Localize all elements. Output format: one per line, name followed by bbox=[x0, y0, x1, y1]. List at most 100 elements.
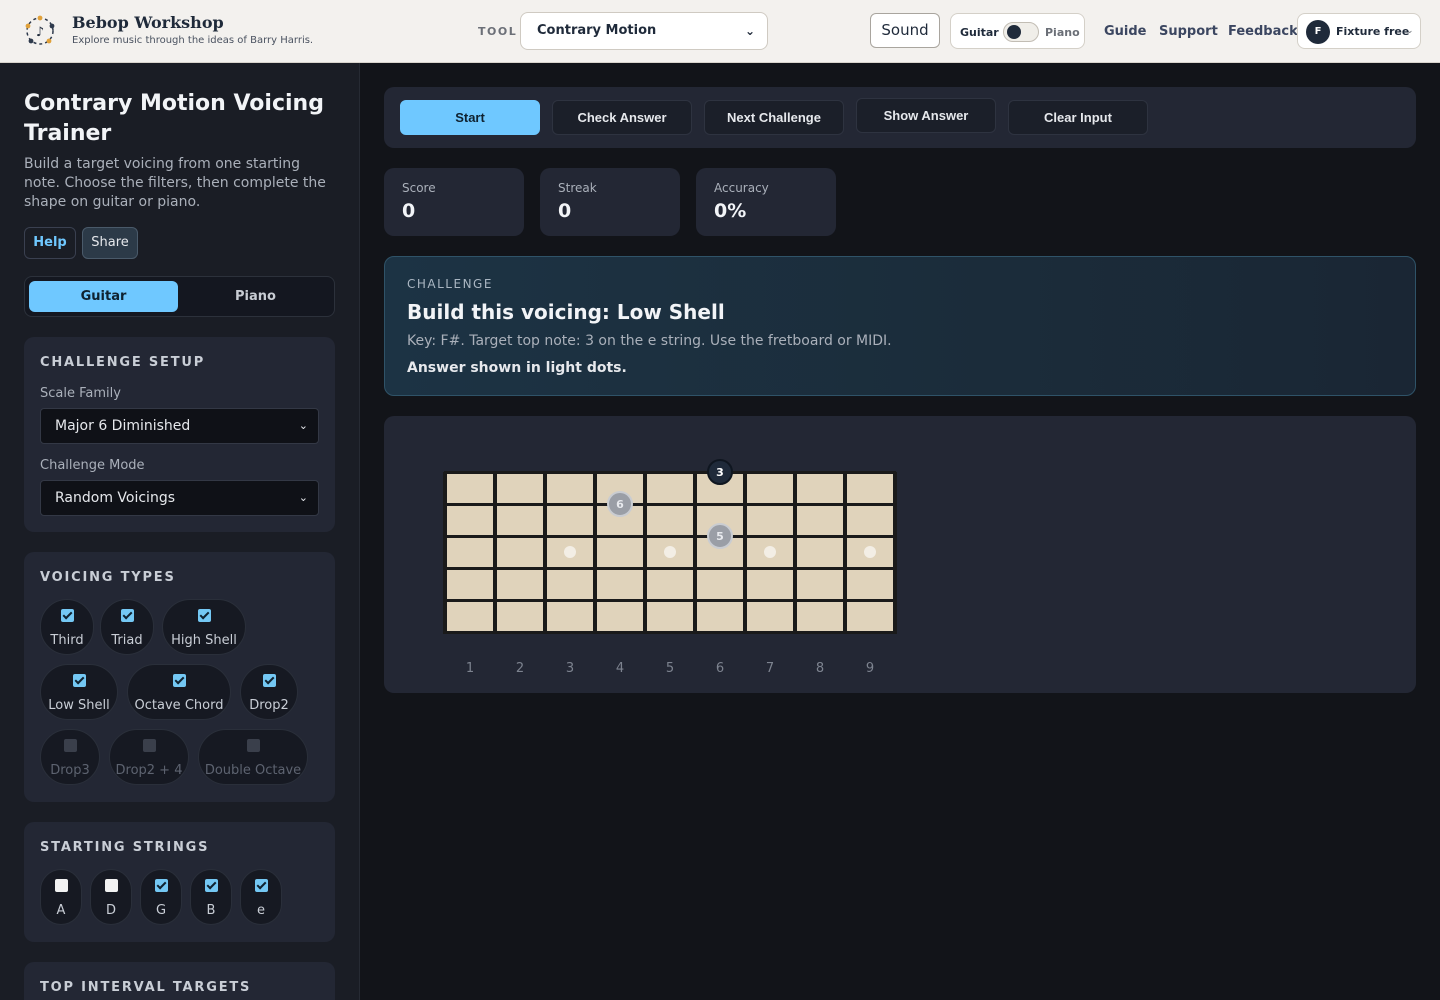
challenge-eyebrow: CHALLENGE bbox=[407, 277, 493, 291]
scale-family-select[interactable]: Major 6 Diminished ⌄ bbox=[40, 408, 319, 444]
scale-family-label: Scale Family bbox=[40, 386, 121, 401]
top-interval-heading: TOP INTERVAL TARGETS bbox=[40, 980, 252, 995]
challenge-mode-select[interactable]: Random Voicings ⌄ bbox=[40, 480, 319, 516]
starting-string-checkbox[interactable] bbox=[55, 879, 68, 892]
brand-logo-icon[interactable]: ♪ bbox=[22, 13, 58, 49]
nav-support-link[interactable]: Support bbox=[1159, 24, 1218, 39]
fretboard[interactable]: 1 2 3 4 5 6 7 8 9 3 6 5 bbox=[384, 416, 1416, 693]
voicing-type-chip[interactable]: Low Shell bbox=[40, 664, 118, 720]
instrument-option-piano[interactable]: Piano bbox=[181, 281, 330, 312]
starting-string-chip[interactable]: G bbox=[140, 869, 182, 925]
avatar: F bbox=[1306, 20, 1330, 44]
fret-inlay-dot bbox=[864, 546, 876, 558]
voicing-type-chip[interactable]: Triad bbox=[100, 599, 154, 655]
tool-select[interactable]: Contrary Motion ⌄ bbox=[520, 12, 768, 50]
voicing-type-checkbox[interactable] bbox=[263, 674, 276, 687]
show-answer-button[interactable]: Show Answer bbox=[856, 98, 996, 133]
nav-guide-link[interactable]: Guide bbox=[1104, 24, 1147, 39]
voicing-type-chip[interactable]: Drop2 bbox=[240, 664, 298, 720]
fret-number-label: 5 bbox=[666, 661, 674, 676]
accuracy-value: 0% bbox=[714, 200, 747, 222]
instrument-toggle[interactable]: Guitar Piano bbox=[950, 13, 1085, 49]
voicing-type-label: Drop2 bbox=[249, 698, 289, 713]
voicing-type-checkbox[interactable] bbox=[73, 674, 86, 687]
starting-strings-heading: STARTING STRINGS bbox=[40, 840, 210, 855]
brand-subtitle: Explore music through the ideas of Barry… bbox=[72, 35, 314, 46]
fret-wire bbox=[443, 472, 447, 634]
challenge-mode-label: Challenge Mode bbox=[40, 458, 145, 473]
tool-select-value: Contrary Motion bbox=[537, 23, 657, 38]
voicing-type-checkbox[interactable] bbox=[198, 609, 211, 622]
starting-string-chip[interactable]: e bbox=[240, 869, 282, 925]
voicing-type-checkbox[interactable] bbox=[173, 674, 186, 687]
voicing-type-label: Drop3 bbox=[50, 763, 90, 778]
chevron-down-icon: ⌄ bbox=[298, 419, 308, 432]
voicing-type-chip[interactable]: High Shell bbox=[162, 599, 246, 655]
fret-wire bbox=[893, 472, 897, 634]
starting-string-checkbox[interactable] bbox=[205, 879, 218, 892]
challenge-setup-panel: CHALLENGE SETUP Scale Family Major 6 Dim… bbox=[24, 337, 335, 532]
starting-string-checkbox[interactable] bbox=[105, 879, 118, 892]
voicing-type-checkbox[interactable] bbox=[121, 609, 134, 622]
fret-number-label: 2 bbox=[516, 661, 524, 676]
brand-title[interactable]: Bebop Workshop bbox=[72, 13, 224, 32]
voicing-type-chip[interactable]: Octave Chord bbox=[127, 664, 231, 720]
starting-string-chip[interactable]: B bbox=[190, 869, 232, 925]
guitar-string[interactable] bbox=[444, 503, 896, 506]
voicing-type-label: High Shell bbox=[171, 633, 237, 648]
toggle-piano-label: Piano bbox=[1045, 26, 1080, 39]
fret-wire bbox=[643, 472, 647, 634]
streak-label: Streak bbox=[558, 181, 597, 195]
guitar-string[interactable] bbox=[444, 471, 896, 474]
streak-card: Streak 0 bbox=[540, 168, 680, 236]
fret-wire bbox=[743, 472, 747, 634]
starting-string-checkbox[interactable] bbox=[255, 879, 268, 892]
voicing-type-label: Triad bbox=[111, 633, 143, 648]
user-plan-label: Fixture free bbox=[1336, 25, 1410, 38]
fret-wire bbox=[593, 472, 597, 634]
clear-input-button[interactable]: Clear Input bbox=[1008, 100, 1148, 135]
voicing-type-checkbox[interactable] bbox=[61, 609, 74, 622]
fretboard-note-label: 5 bbox=[716, 530, 724, 543]
accuracy-label: Accuracy bbox=[714, 181, 769, 195]
tool-label: TOOL bbox=[478, 25, 518, 38]
voicing-type-chip: Drop2 + 4 bbox=[109, 729, 189, 785]
toggle-switch[interactable] bbox=[1003, 22, 1039, 42]
start-button[interactable]: Start bbox=[400, 100, 540, 135]
starting-string-chip[interactable]: D bbox=[90, 869, 132, 925]
share-button[interactable]: Share bbox=[82, 227, 138, 259]
fret-inlay-dot bbox=[764, 546, 776, 558]
fret-wire bbox=[543, 472, 547, 634]
fret-number-label: 1 bbox=[466, 661, 474, 676]
help-button[interactable]: Help bbox=[24, 227, 76, 259]
check-answer-button[interactable]: Check Answer bbox=[552, 100, 692, 135]
toggle-knob bbox=[1007, 25, 1021, 39]
voicing-type-checkbox bbox=[64, 739, 77, 752]
guitar-string[interactable] bbox=[444, 631, 896, 634]
fret-number-label: 9 bbox=[866, 661, 874, 676]
starting-string-checkbox[interactable] bbox=[155, 879, 168, 892]
starting-string-label: B bbox=[206, 903, 216, 918]
instrument-option-guitar[interactable]: Guitar bbox=[29, 281, 178, 312]
challenge-body: Key: F#. Target top note: 3 on the e str… bbox=[407, 333, 892, 349]
guitar-string[interactable] bbox=[444, 535, 896, 538]
next-challenge-button[interactable]: Next Challenge bbox=[704, 100, 844, 135]
voicing-type-chip[interactable]: Third bbox=[40, 599, 94, 655]
nav-feedback-link[interactable]: Feedback bbox=[1228, 24, 1298, 39]
voicing-types-heading: VOICING TYPES bbox=[40, 570, 176, 585]
challenge-mode-value: Random Voicings bbox=[55, 490, 175, 506]
fret-wire bbox=[693, 472, 697, 634]
sound-button[interactable]: Sound bbox=[870, 13, 940, 48]
guitar-string[interactable] bbox=[444, 599, 896, 602]
sidebar: Contrary Motion Voicing Trainer Build a … bbox=[0, 63, 360, 1000]
fretboard-note-label: 3 bbox=[716, 466, 724, 479]
user-menu-button[interactable]: F Fixture free ⌄ bbox=[1297, 13, 1421, 49]
voicing-type-checkbox bbox=[247, 739, 260, 752]
fretboard-panel: 1 2 3 4 5 6 7 8 9 3 6 5 bbox=[384, 416, 1416, 693]
svg-text:♪: ♪ bbox=[36, 25, 44, 40]
voicing-type-label: Third bbox=[50, 633, 84, 648]
top-interval-panel: TOP INTERVAL TARGETS bbox=[24, 962, 335, 1000]
starting-string-chip[interactable]: A bbox=[40, 869, 82, 925]
guitar-string[interactable] bbox=[444, 567, 896, 570]
fret-wire bbox=[793, 472, 797, 634]
